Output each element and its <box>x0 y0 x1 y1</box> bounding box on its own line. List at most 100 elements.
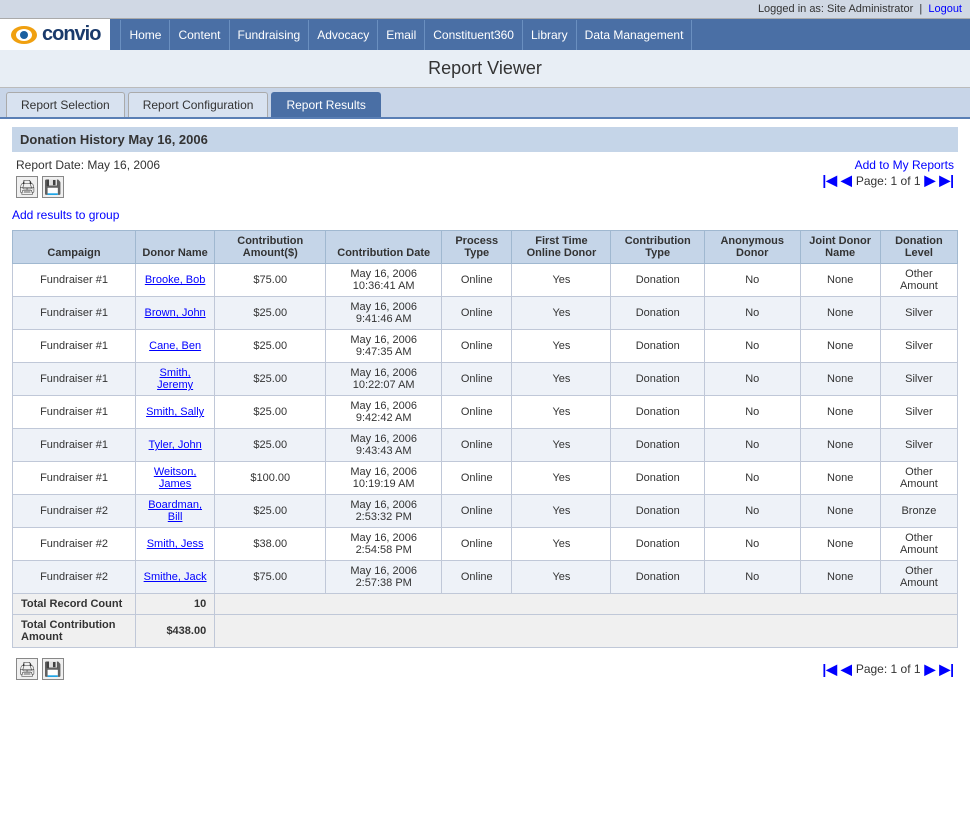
table-cell: Donation <box>611 264 705 297</box>
table-cell: No <box>704 264 800 297</box>
table-cell: Online <box>442 561 512 594</box>
first-page-link[interactable]: |◀ <box>822 172 837 189</box>
tab-report-results[interactable]: Report Results <box>271 92 380 117</box>
table-cell: Donation <box>611 561 705 594</box>
col-campaign: Campaign <box>13 231 136 264</box>
table-cell: No <box>704 528 800 561</box>
table-cell[interactable]: Smith, Sally <box>136 396 215 429</box>
next-page-link-bottom[interactable]: ▶ <box>925 661 936 678</box>
table-cell: Fundraiser #2 <box>13 561 136 594</box>
prev-page-link[interactable]: ◀ <box>841 172 852 189</box>
table-cell: Fundraiser #1 <box>13 363 136 396</box>
nav-library[interactable]: Library <box>523 20 577 50</box>
col-process-type: Process Type <box>442 231 512 264</box>
table-cell: $75.00 <box>215 561 326 594</box>
print-icon-top[interactable]: 🖨 <box>16 176 38 198</box>
table-cell: Other Amount <box>880 462 957 495</box>
page-title-bar: Report Viewer <box>0 50 970 88</box>
last-page-link-bottom[interactable]: ▶| <box>939 661 954 678</box>
total-contribution-row: Total Contribution Amount $438.00 <box>13 615 958 648</box>
table-cell: Online <box>442 297 512 330</box>
col-contribution-date: Contribution Date <box>326 231 442 264</box>
table-cell: None <box>800 462 880 495</box>
table-cell: May 16, 2006 10:22:07 AM <box>326 363 442 396</box>
add-results-link[interactable]: Add results to group <box>12 208 119 222</box>
nav-advocacy[interactable]: Advocacy <box>309 20 378 50</box>
nav-bar: convio Home Content Fundraising Advocacy… <box>0 19 970 50</box>
table-row: Fundraiser #1Smith, Jeremy$25.00May 16, … <box>13 363 958 396</box>
table-cell: May 16, 2006 9:47:35 AM <box>326 330 442 363</box>
table-cell[interactable]: Brown, John <box>136 297 215 330</box>
table-cell: Other Amount <box>880 264 957 297</box>
table-cell: Online <box>442 264 512 297</box>
table-row: Fundraiser #2Smith, Jess$38.00May 16, 20… <box>13 528 958 561</box>
nav-content[interactable]: Content <box>170 20 229 50</box>
table-cell: Silver <box>880 363 957 396</box>
print-icon-bottom[interactable]: 🖨 <box>16 658 38 680</box>
save-icon-top[interactable]: 💾 <box>42 176 64 198</box>
table-cell: Silver <box>880 429 957 462</box>
col-contribution-amount: Contribution Amount($) <box>215 231 326 264</box>
nav-home[interactable]: Home <box>120 20 170 50</box>
report-left: Report Date: May 16, 2006 🖨 💾 <box>16 158 160 202</box>
table-cell: Bronze <box>880 495 957 528</box>
add-group: Add results to group <box>12 208 958 222</box>
table-cell: Silver <box>880 330 957 363</box>
table-cell: $25.00 <box>215 297 326 330</box>
table-cell: None <box>800 528 880 561</box>
table-cell[interactable]: Brooke, Bob <box>136 264 215 297</box>
table-cell: $25.00 <box>215 429 326 462</box>
table-cell[interactable]: Smithe, Jack <box>136 561 215 594</box>
prev-page-link-bottom[interactable]: ◀ <box>841 661 852 678</box>
page-text-bottom: Page: 1 of 1 <box>856 662 921 676</box>
table-cell: Donation <box>611 330 705 363</box>
table-cell: Fundraiser #1 <box>13 297 136 330</box>
nav-constituent360[interactable]: Constituent360 <box>425 20 523 50</box>
table-cell: May 16, 2006 2:53:32 PM <box>326 495 442 528</box>
table-cell: Yes <box>512 330 611 363</box>
table-cell[interactable]: Smith, Jess <box>136 528 215 561</box>
logo-text: convio <box>42 23 100 46</box>
table-cell[interactable]: Tyler, John <box>136 429 215 462</box>
convio-logo-icon <box>10 25 38 45</box>
first-page-link-bottom[interactable]: |◀ <box>822 661 837 678</box>
nav-email[interactable]: Email <box>378 20 425 50</box>
table-cell: Yes <box>512 528 611 561</box>
last-page-link[interactable]: ▶| <box>939 172 954 189</box>
table-cell: Fundraiser #1 <box>13 429 136 462</box>
table-cell: None <box>800 330 880 363</box>
table-cell: $25.00 <box>215 330 326 363</box>
save-icon-bottom[interactable]: 💾 <box>42 658 64 680</box>
col-first-time: First Time Online Donor <box>512 231 611 264</box>
table-cell: Fundraiser #2 <box>13 528 136 561</box>
table-row: Fundraiser #1Cane, Ben$25.00May 16, 2006… <box>13 330 958 363</box>
logout-link[interactable]: Logout <box>928 3 962 15</box>
table-cell[interactable]: Smith, Jeremy <box>136 363 215 396</box>
tab-report-configuration[interactable]: Report Configuration <box>128 92 269 117</box>
table-cell: $25.00 <box>215 363 326 396</box>
data-table: Campaign Donor Name Contribution Amount(… <box>12 230 958 648</box>
table-cell[interactable]: Cane, Ben <box>136 330 215 363</box>
table-cell: Yes <box>512 264 611 297</box>
nav-data-management[interactable]: Data Management <box>577 20 693 50</box>
table-cell: Yes <box>512 297 611 330</box>
tab-report-selection[interactable]: Report Selection <box>6 92 125 117</box>
total-contribution-label: Total Contribution Amount <box>13 615 136 648</box>
add-to-reports-link[interactable]: Add to My Reports <box>855 158 954 172</box>
table-cell: Yes <box>512 462 611 495</box>
nav-fundraising[interactable]: Fundraising <box>230 20 310 50</box>
pagination-top: |◀ ◀ Page: 1 of 1 ▶ ▶| <box>822 172 954 189</box>
table-cell: $25.00 <box>215 396 326 429</box>
table-cell: Online <box>442 363 512 396</box>
report-date: Report Date: May 16, 2006 <box>16 158 160 172</box>
table-row: Fundraiser #1Smith, Sally$25.00May 16, 2… <box>13 396 958 429</box>
table-cell: May 16, 2006 10:36:41 AM <box>326 264 442 297</box>
table-cell: Donation <box>611 297 705 330</box>
next-page-link[interactable]: ▶ <box>925 172 936 189</box>
table-cell[interactable]: Weitson, James <box>136 462 215 495</box>
total-contribution-value: $438.00 <box>136 615 215 648</box>
total-record-row: Total Record Count 10 <box>13 594 958 615</box>
table-cell: No <box>704 561 800 594</box>
table-cell: Other Amount <box>880 561 957 594</box>
table-cell[interactable]: Boardman, Bill <box>136 495 215 528</box>
